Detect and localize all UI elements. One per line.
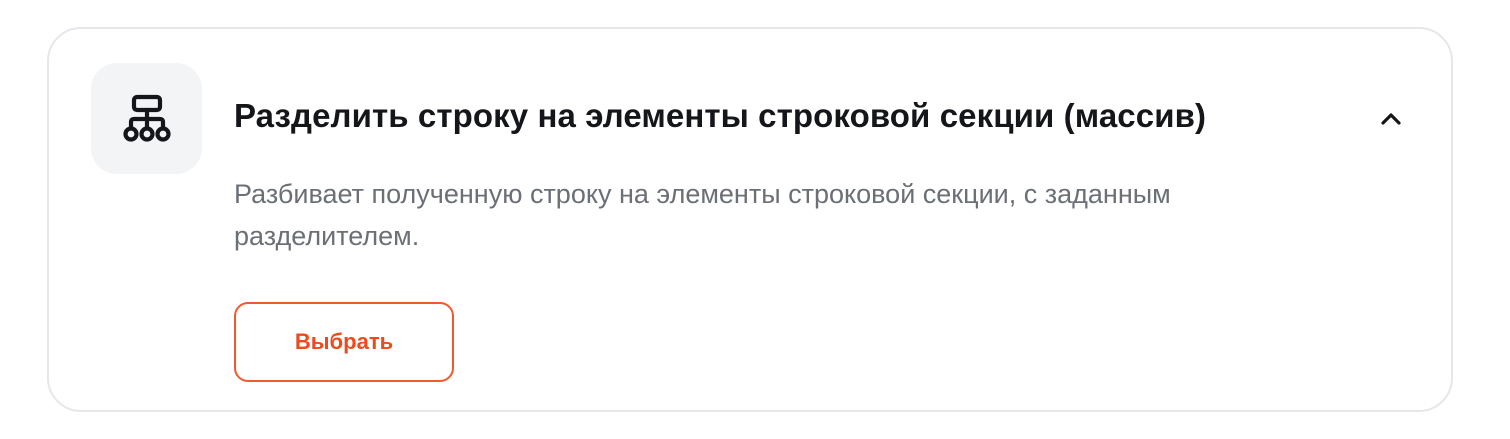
card-title: Разделить строку на элементы строковой с… [234,97,1207,134]
select-button[interactable]: Выбрать [234,302,454,382]
card-description: Разбивает полученную строку на элементы … [234,179,1171,251]
collapse-toggle[interactable] [1371,101,1411,137]
chevron-up-icon [1381,113,1401,125]
action-card: Разделить строку на элементы строковой с… [47,27,1453,412]
hierarchy-icon [122,94,171,142]
icon-tile [91,63,202,174]
